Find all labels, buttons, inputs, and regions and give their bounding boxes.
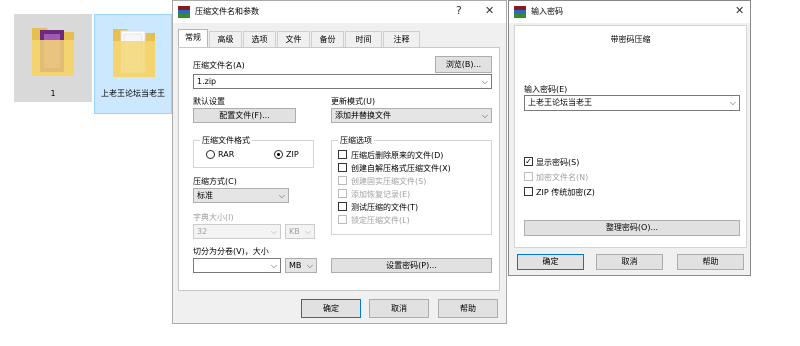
update-mode-value: 添加并替换文件 bbox=[335, 111, 391, 120]
lock-checkbox[interactable] bbox=[338, 215, 347, 224]
split-size-input[interactable]: ⌵ bbox=[193, 258, 281, 273]
tab-general[interactable]: 常规 bbox=[178, 29, 208, 47]
tab-comment[interactable]: 注释 bbox=[383, 31, 420, 47]
dict-label: 字典大小(I) bbox=[193, 213, 234, 222]
folder-label: 上老王论坛当老王 bbox=[101, 89, 165, 98]
archive-dialog-titlebar[interactable]: 压缩文件名和参数 ? ✕ bbox=[173, 1, 506, 23]
password-dialog-title: 输入密码 bbox=[531, 7, 563, 16]
show-password-label: 显示密码(S) bbox=[536, 158, 580, 167]
set-password-button[interactable]: 设置密码(P)... bbox=[331, 258, 492, 273]
chevron-down-icon: ⌵ bbox=[481, 111, 488, 120]
archive-name-input[interactable]: 1.zip ⌵ bbox=[193, 74, 492, 89]
tab-time[interactable]: 时间 bbox=[345, 31, 382, 47]
dict-unit-value: KB bbox=[289, 227, 300, 236]
archive-name-label: 压缩文件名(A) bbox=[193, 61, 245, 70]
winrar-icon bbox=[178, 6, 190, 18]
organize-passwords-button[interactable]: 整理密码(O)... bbox=[524, 220, 740, 236]
split-unit-value: MB bbox=[289, 261, 302, 270]
archive-ok-button[interactable]: 确定 bbox=[301, 299, 361, 318]
archive-help-button[interactable]: 帮助 bbox=[438, 299, 498, 318]
zip-legacy-checkbox[interactable] bbox=[524, 187, 533, 196]
password-dialog: 输入密码 ✕ 带密码压缩 输入密码(E) 上老王论坛当老王 ⌵ ✓ 显示密码(S… bbox=[508, 0, 751, 276]
show-password-checkbox[interactable]: ✓ bbox=[524, 157, 533, 166]
general-panel: 压缩文件名(A) 浏览(B)... 1.zip ⌵ 默认设置 配置文件(F)..… bbox=[178, 47, 500, 291]
password-label: 输入密码(E) bbox=[524, 85, 568, 94]
archive-name-value: 1.zip bbox=[197, 77, 217, 86]
folder-icon bbox=[32, 28, 74, 76]
password-dialog-titlebar[interactable]: 输入密码 ✕ bbox=[509, 1, 750, 23]
format-group-title: 压缩文件格式 bbox=[200, 135, 252, 146]
chevron-down-icon[interactable]: ⌵ bbox=[271, 259, 277, 272]
format-zip-label: ZIP bbox=[286, 150, 299, 159]
format-rar-radio[interactable] bbox=[206, 150, 215, 159]
chevron-down-icon: ⌵ bbox=[278, 191, 285, 200]
password-heading: 带密码压缩 bbox=[610, 35, 651, 44]
solid-label: 创建固实压缩文件(S) bbox=[351, 177, 427, 186]
profiles-button[interactable]: 配置文件(F)... bbox=[193, 108, 296, 123]
archive-dialog-title: 压缩文件名和参数 bbox=[195, 7, 259, 16]
winrar-icon bbox=[514, 6, 526, 18]
method-label: 压缩方式(C) bbox=[193, 177, 237, 186]
dict-unit-select[interactable]: KB ⌵ bbox=[285, 224, 315, 239]
tab-advanced[interactable]: 高级 bbox=[209, 31, 242, 47]
archive-cancel-button[interactable]: 取消 bbox=[369, 299, 429, 318]
folder-icon bbox=[113, 29, 155, 77]
dict-size-value: 32 bbox=[197, 227, 208, 236]
method-value: 标准 bbox=[197, 191, 213, 200]
delete-after-label: 压缩后删除原来的文件(D) bbox=[351, 151, 444, 160]
recovery-checkbox[interactable] bbox=[338, 189, 347, 198]
password-input[interactable]: 上老王论坛当老王 ⌵ bbox=[524, 95, 740, 111]
close-icon[interactable]: ✕ bbox=[485, 4, 494, 17]
format-rar-label: RAR bbox=[218, 150, 235, 159]
lock-label: 锁定压缩文件(L) bbox=[351, 216, 410, 225]
encrypt-filenames-label: 加密文件名(N) bbox=[536, 173, 589, 182]
desktop-folder-selected[interactable]: 上老王论坛当老王 bbox=[94, 14, 172, 114]
split-unit-select[interactable]: MB ⌵ bbox=[285, 258, 317, 273]
chevron-down-icon[interactable]: ⌵ bbox=[730, 96, 736, 109]
solid-checkbox[interactable] bbox=[338, 176, 347, 185]
browse-button[interactable]: 浏览(B)... bbox=[435, 56, 492, 73]
help-icon[interactable]: ? bbox=[456, 4, 462, 17]
update-mode-select[interactable]: 添加并替换文件 ⌵ bbox=[331, 108, 492, 123]
test-label: 测试压缩的文件(T) bbox=[351, 203, 419, 212]
tab-files[interactable]: 文件 bbox=[277, 31, 310, 47]
tab-options[interactable]: 选项 bbox=[243, 31, 276, 47]
password-ok-button[interactable]: 确定 bbox=[517, 254, 584, 270]
delete-after-checkbox[interactable] bbox=[338, 150, 347, 159]
options-group: 压缩选项 压缩后删除原来的文件(D) 创建自解压格式压缩文件(X) 创建固实压缩… bbox=[331, 135, 492, 235]
method-select[interactable]: 标准 ⌵ bbox=[193, 188, 289, 203]
archive-dialog: 压缩文件名和参数 ? ✕ 常规 高级 选项 文件 备份 时间 注释 压缩文件名(… bbox=[172, 0, 507, 324]
recovery-label: 添加恢复记录(E) bbox=[351, 190, 411, 199]
encrypt-filenames-checkbox[interactable] bbox=[524, 172, 533, 181]
update-mode-label: 更新模式(U) bbox=[331, 97, 376, 106]
password-value: 上老王论坛当老王 bbox=[528, 98, 592, 107]
folder-label: 1 bbox=[50, 89, 56, 98]
options-group-title: 压缩选项 bbox=[338, 135, 374, 146]
format-group: 压缩文件格式 RAR ZIP bbox=[193, 135, 314, 168]
sfx-checkbox[interactable] bbox=[338, 163, 347, 172]
desktop-folder-1[interactable]: 1 bbox=[14, 14, 92, 102]
default-settings-label: 默认设置 bbox=[193, 97, 225, 106]
close-icon[interactable]: ✕ bbox=[735, 4, 744, 17]
chevron-down-icon: ⌵ bbox=[306, 261, 313, 270]
tab-backup[interactable]: 备份 bbox=[311, 31, 344, 47]
dict-size-select[interactable]: 32 ⌵ bbox=[193, 224, 281, 239]
password-cancel-button[interactable]: 取消 bbox=[596, 254, 663, 270]
zip-legacy-label: ZIP 传统加密(Z) bbox=[536, 188, 595, 197]
format-zip-radio[interactable] bbox=[274, 150, 283, 159]
test-checkbox[interactable] bbox=[338, 202, 347, 211]
password-help-button[interactable]: 帮助 bbox=[677, 254, 744, 270]
chevron-down-icon[interactable]: ⌵ bbox=[482, 75, 488, 88]
split-label: 切分为分卷(V)，大小 bbox=[193, 247, 269, 256]
sfx-label: 创建自解压格式压缩文件(X) bbox=[351, 164, 451, 173]
chevron-down-icon: ⌵ bbox=[304, 227, 311, 236]
password-panel: 带密码压缩 输入密码(E) 上老王论坛当老王 ⌵ ✓ 显示密码(S) 加密文件名… bbox=[514, 25, 747, 248]
chevron-down-icon: ⌵ bbox=[270, 227, 277, 236]
